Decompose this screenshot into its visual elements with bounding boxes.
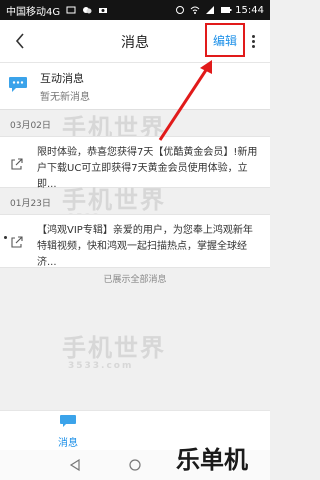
tab-messages[interactable]: 消息 bbox=[45, 413, 91, 449]
battery-icon bbox=[220, 5, 232, 15]
wechat-notification-icon bbox=[82, 5, 92, 15]
date-label: 03月02日 bbox=[10, 121, 51, 131]
more-dot bbox=[251, 44, 255, 48]
message-item[interactable]: 【鸿观VIP专辑】亲爱的用户，为您奉上鸿观新年特辑视频，快和鸿观一起扫描热点，掌… bbox=[0, 214, 270, 268]
watermark: 手机世界 3533.com bbox=[62, 334, 166, 371]
all-messages-shown-label: 已展示全部消息 bbox=[103, 275, 167, 285]
more-options-button[interactable] bbox=[248, 31, 258, 51]
interactive-messages-status: 暂无新消息 bbox=[40, 92, 90, 103]
clock: 15:44 bbox=[235, 4, 264, 16]
tab-messages-label: 消息 bbox=[58, 438, 78, 449]
chat-bubble-icon bbox=[9, 77, 27, 92]
wifi-icon bbox=[190, 5, 200, 15]
site-brand-logo: 乐单机 bbox=[176, 446, 248, 474]
back-triangle-icon[interactable] bbox=[68, 458, 82, 472]
interactive-messages-title: 互动消息 bbox=[40, 72, 84, 85]
share-link-icon bbox=[11, 158, 23, 170]
image-notification-icon bbox=[66, 5, 76, 15]
date-label: 01月23日 bbox=[10, 199, 51, 209]
signal-icon bbox=[205, 5, 215, 15]
message-text: 【鸿观VIP专辑】亲爱的用户，为您奉上鸿观新年特辑视频，快和鸿观一起扫描热点，掌… bbox=[37, 225, 253, 268]
chat-bubble-icon bbox=[60, 415, 76, 427]
camera-notification-icon bbox=[98, 5, 108, 15]
more-dot bbox=[251, 34, 255, 38]
status-bar: 中国移动4G 15:44 bbox=[0, 0, 270, 20]
more-dot bbox=[251, 39, 255, 43]
home-circle-icon[interactable] bbox=[128, 458, 142, 472]
alarm-icon bbox=[175, 5, 185, 15]
annotation-arrow-icon bbox=[158, 60, 212, 141]
unread-dot bbox=[4, 236, 7, 239]
share-link-icon bbox=[11, 236, 23, 248]
carrier-label: 中国移动4G bbox=[6, 6, 61, 18]
